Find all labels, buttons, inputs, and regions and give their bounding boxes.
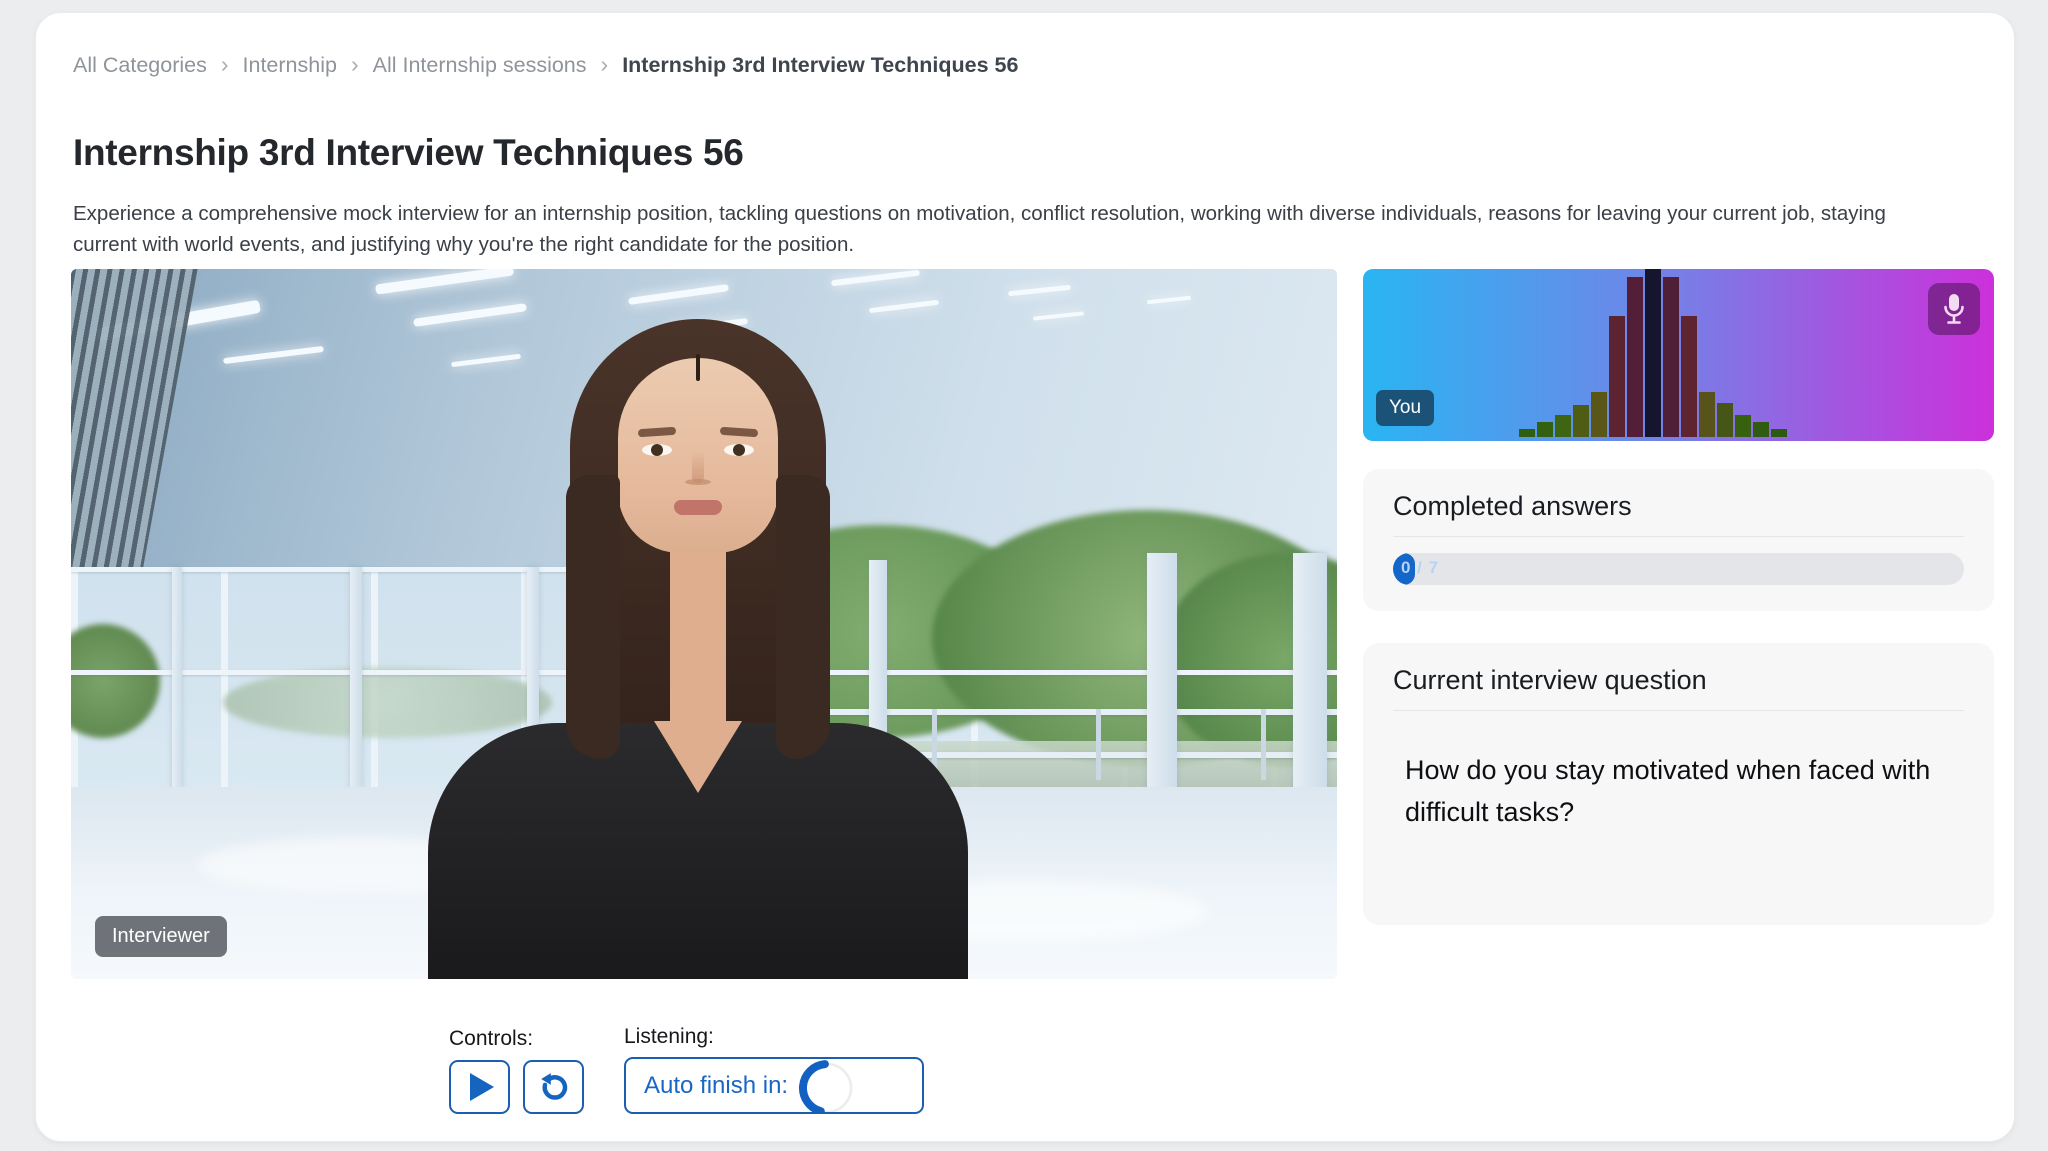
interviewer-face	[618, 358, 778, 553]
audio-bar	[1573, 405, 1589, 437]
eye	[724, 444, 754, 456]
interviewer-video: Interviewer	[71, 269, 1337, 979]
distant-greenery	[223, 667, 552, 738]
completed-answers-card: Completed answers 0 / 7	[1363, 469, 1994, 611]
audio-bar	[1591, 392, 1607, 437]
restart-icon	[538, 1071, 570, 1103]
ceiling-light	[869, 300, 939, 314]
interviewer-neck	[670, 525, 726, 738]
ceiling-light	[223, 346, 324, 365]
controls-group: Controls:	[449, 1027, 584, 1114]
current-question-title: Current interview question	[1393, 657, 1964, 696]
audio-bars	[1519, 269, 1787, 437]
lips	[674, 500, 722, 515]
window-pillar	[1147, 553, 1177, 809]
auto-finish-box: Auto finish in:	[624, 1057, 924, 1114]
breadcrumb-internship[interactable]: Internship	[243, 53, 337, 78]
play-button[interactable]	[449, 1060, 510, 1114]
breadcrumb-all-categories[interactable]: All Categories	[73, 53, 207, 78]
listening-group: Listening: Auto finish in:	[624, 1025, 924, 1114]
audio-bar	[1753, 422, 1769, 437]
microphone-button[interactable]	[1928, 283, 1980, 335]
audio-bar	[1699, 392, 1715, 437]
eye	[642, 444, 672, 456]
auto-finish-label: Auto finish in:	[644, 1072, 788, 1100]
you-label: You	[1376, 390, 1434, 426]
chevron-right-icon: ›	[221, 53, 229, 76]
page-description: Experience a comprehensive mock intervie…	[73, 198, 1921, 260]
chevron-right-icon: ›	[351, 53, 359, 76]
audio-bar	[1555, 415, 1571, 437]
railing-post	[1096, 709, 1101, 780]
railing-post	[1261, 709, 1266, 780]
breadcrumb-all-internship-sessions[interactable]: All Internship sessions	[373, 53, 587, 78]
eyebrow	[637, 427, 675, 438]
countdown-arc-icon	[798, 1059, 856, 1115]
completed-answers-title: Completed answers	[1393, 483, 1964, 522]
ceiling-light	[628, 284, 729, 305]
hair-strand	[776, 475, 830, 759]
nose-shadow	[685, 479, 711, 485]
controls-label: Controls:	[449, 1027, 584, 1051]
current-question-card: Current interview question How do you st…	[1363, 643, 1994, 925]
iris	[733, 444, 745, 456]
restart-button[interactable]	[523, 1060, 584, 1114]
window-pillar	[1293, 553, 1327, 809]
microphone-icon	[1940, 291, 1968, 327]
main-row: Interviewer You	[71, 269, 1994, 979]
ceiling-light	[1033, 311, 1084, 320]
iris	[651, 444, 663, 456]
chevron-right-icon: ›	[601, 53, 609, 76]
play-icon	[470, 1073, 494, 1101]
progress-count: 0 / 7	[1401, 558, 1439, 578]
breadcrumb-current: Internship 3rd Interview Techniques 56	[622, 53, 1018, 78]
v-neckline	[654, 721, 742, 793]
divider	[1393, 536, 1964, 537]
ceiling-light	[1008, 285, 1071, 296]
session-card: All Categories › Internship › All Intern…	[35, 12, 2015, 1142]
audio-bar	[1519, 429, 1535, 437]
listening-label: Listening:	[624, 1025, 924, 1049]
ceiling-light	[1147, 295, 1191, 303]
audio-bar	[1627, 277, 1643, 437]
audio-bar	[1735, 415, 1751, 437]
hair-strand	[566, 475, 620, 759]
window-mullion	[350, 567, 362, 801]
ceiling-light	[451, 354, 521, 367]
answers-progress-bar: 0 / 7	[1393, 553, 1964, 585]
interviewer-label: Interviewer	[95, 916, 227, 957]
audio-bar	[1537, 422, 1553, 437]
hair-part	[696, 354, 700, 381]
user-audio-visualizer: You	[1363, 269, 1994, 441]
audio-bar	[1645, 269, 1661, 437]
ceiling-light	[413, 303, 527, 327]
audio-bar	[1681, 316, 1697, 437]
window-mullion	[172, 567, 182, 801]
eyebrow	[719, 427, 757, 438]
right-column: You Completed answers	[1363, 269, 1994, 979]
audio-bar	[1771, 429, 1787, 437]
audio-bar	[1717, 403, 1733, 437]
audio-bar	[1609, 316, 1625, 437]
ceiling-light	[375, 269, 514, 295]
breadcrumb: All Categories › Internship › All Intern…	[73, 53, 1018, 78]
page-title: Internship 3rd Interview Techniques 56	[73, 132, 744, 174]
audio-bar	[1663, 277, 1679, 437]
ceiling-light	[831, 270, 920, 287]
question-text: How do you stay motivated when faced wit…	[1405, 749, 1965, 833]
divider	[1393, 710, 1964, 711]
